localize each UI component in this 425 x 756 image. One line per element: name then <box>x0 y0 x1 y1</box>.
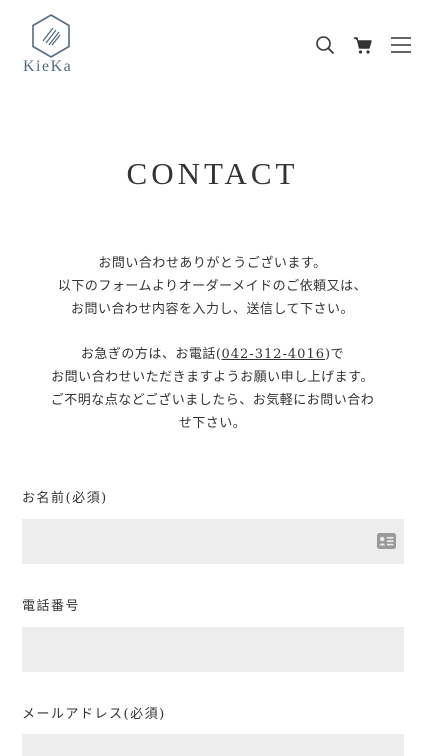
brand-logo[interactable]: KieKa <box>20 14 82 78</box>
email-label: メールアドレス(必須) <box>22 707 166 722</box>
intro-line: 以下のフォームよりオーダーメイドのご依頼又は、 <box>57 279 368 294</box>
phone-link[interactable]: 042-312-4016 <box>222 347 326 362</box>
brand-name: KieKa <box>23 58 73 75</box>
intro-line: せ下さい。 <box>178 416 247 431</box>
intro-text: お問い合わせありがとうございます。 以下のフォームよりオーダーメイドのご依頼又は… <box>14 252 411 435</box>
phone-suffix: )で <box>325 347 345 362</box>
logo-hex-icon <box>32 14 70 58</box>
menu-button[interactable] <box>389 33 413 57</box>
phone-label: 電話番号 <box>22 599 81 614</box>
search-button[interactable] <box>313 33 337 57</box>
email-field[interactable] <box>22 734 404 756</box>
intro-line: ご不明な点などございましたら、お気軽にお問い合わ <box>50 393 375 408</box>
intro-line: お問い合わせ内容を入力し、送信して下さい。 <box>70 302 355 317</box>
contact-card-icon[interactable] <box>377 533 396 549</box>
cart-icon <box>354 37 372 54</box>
phone-prefix: お急ぎの方は、お電話( <box>80 347 222 362</box>
intro-phone-line: お急ぎの方は、お電話(042-312-4016)で <box>14 343 411 366</box>
name-label: お名前(必須) <box>22 491 108 506</box>
intro-line: お問い合わせありがとうございます。 <box>98 256 327 271</box>
intro-line: お問い合わせいただきますようお願い申し上げます。 <box>51 370 374 385</box>
cart-button[interactable] <box>351 33 375 57</box>
page-title: CONTACT <box>126 156 299 191</box>
phone-field[interactable] <box>22 627 404 672</box>
search-icon <box>316 36 335 55</box>
name-field[interactable] <box>22 519 404 564</box>
site-header: KieKa <box>0 0 425 90</box>
menu-icon <box>391 37 411 53</box>
header-actions <box>313 33 413 57</box>
